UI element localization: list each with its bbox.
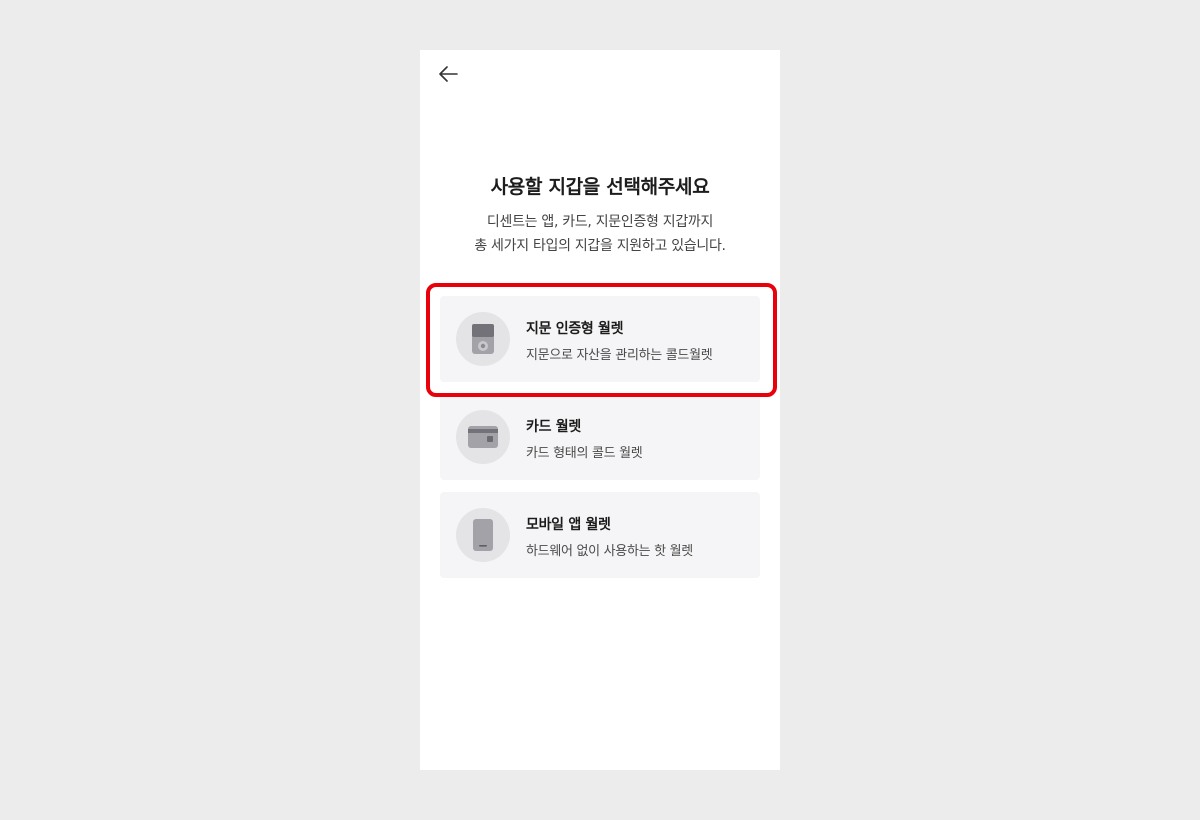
wallet-option-fingerprint[interactable]: 지문 인증형 월렛 지문으로 자산을 관리하는 콜드월렛 — [440, 296, 760, 382]
wallet-description: 카드 형태의 콜드 월렛 — [526, 446, 643, 461]
wallet-option-mobile[interactable]: 모바일 앱 월렛 하드웨어 없이 사용하는 핫 월렛 — [440, 492, 760, 578]
wallet-option-card[interactable]: 카드 월렛 카드 형태의 콜드 월렛 — [440, 394, 760, 480]
wallet-title: 카드 월렛 — [526, 419, 581, 435]
wallet-select-screen: 사용할 지갑을 선택해주세요 디센트는 앱, 카드, 지문인증형 지갑까지 총 … — [420, 50, 780, 770]
wallet-title: 모바일 앱 월렛 — [526, 517, 611, 533]
wallet-description: 하드웨어 없이 사용하는 핫 월렛 — [526, 544, 693, 559]
page-subtitle: 디센트는 앱, 카드, 지문인증형 지갑까지 총 세가지 타입의 지갑을 지원하… — [420, 210, 780, 258]
wallet-icon-circle — [456, 410, 510, 464]
fingerprint-device-icon — [472, 324, 494, 354]
card-icon — [468, 426, 498, 448]
wallet-description: 지문으로 자산을 관리하는 콜드월렛 — [526, 348, 713, 363]
back-button[interactable] — [434, 62, 462, 86]
subtitle-line-2: 총 세가지 타입의 지갑을 지원하고 있습니다. — [474, 238, 726, 254]
mobile-phone-icon — [473, 519, 493, 551]
page-title: 사용할 지갑을 선택해주세요 — [490, 176, 710, 198]
arrow-left-icon — [439, 66, 458, 82]
wallet-icon-circle — [456, 508, 510, 562]
wallet-title: 지문 인증형 월렛 — [526, 321, 624, 337]
subtitle-line-1: 디센트는 앱, 카드, 지문인증형 지갑까지 — [486, 214, 714, 230]
wallet-icon-circle — [456, 312, 510, 366]
